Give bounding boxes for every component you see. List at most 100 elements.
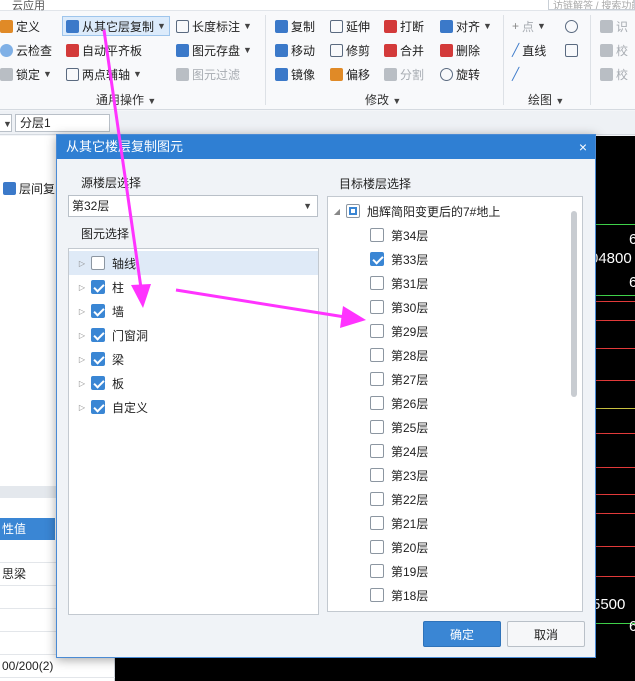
root-checkbox[interactable] — [346, 204, 360, 218]
trim-button[interactable]: 修剪 — [330, 40, 370, 60]
floor-checkbox[interactable] — [370, 372, 384, 386]
layer-select[interactable]: 分层1 — [15, 114, 110, 132]
element-item[interactable]: ▷ 板 — [69, 371, 318, 395]
check-button-2[interactable]: 校 — [600, 64, 628, 84]
floor-checkbox[interactable] — [370, 348, 384, 362]
element-checkbox[interactable] — [91, 304, 105, 318]
element-checkbox[interactable] — [91, 376, 105, 390]
floor-item[interactable]: 第33层 — [370, 247, 428, 271]
property-cell[interactable]: 00/200(2) — [0, 655, 115, 678]
close-icon[interactable]: × — [579, 135, 587, 159]
floor-item[interactable]: 第22层 — [370, 487, 428, 511]
floor-checkbox[interactable] — [370, 228, 384, 242]
cad-canvas[interactable]: 6 04800 6 5500 6 — [596, 136, 635, 681]
collapse-icon[interactable]: ◢ — [328, 207, 346, 216]
expand-icon[interactable]: ▷ — [73, 307, 91, 316]
expand-icon[interactable]: ▷ — [73, 283, 91, 292]
element-item[interactable]: ▷ 墙 — [69, 299, 318, 323]
floor-checkbox[interactable] — [370, 588, 384, 602]
floor-checkbox[interactable] — [370, 492, 384, 506]
floor-checkbox[interactable] — [370, 420, 384, 434]
element-filter-button[interactable]: 图元过滤 — [176, 64, 240, 84]
floor-item[interactable]: 第25层 — [370, 415, 428, 439]
floor-checkbox[interactable] — [370, 396, 384, 410]
align-button[interactable]: 对齐 ▼ — [440, 16, 492, 36]
ok-button[interactable]: 确定 — [423, 621, 501, 647]
group-general-ops[interactable]: 通用操作 ▼ — [96, 91, 156, 108]
extend-button[interactable]: 延伸 — [330, 16, 370, 36]
floor-checkbox[interactable] — [370, 300, 384, 314]
recognize-button[interactable]: 识 — [600, 16, 628, 36]
break-button[interactable]: 打断 — [384, 16, 424, 36]
cancel-button[interactable]: 取消 — [507, 621, 585, 647]
floor-checkbox[interactable] — [370, 276, 384, 290]
floor-checkbox[interactable] — [370, 516, 384, 530]
expand-icon[interactable]: ▷ — [73, 259, 91, 268]
floor-item[interactable]: 第31层 — [370, 271, 428, 295]
floor-checkbox[interactable] — [370, 468, 384, 482]
circle-button[interactable] — [565, 16, 578, 36]
element-item[interactable]: ▷ 自定义 — [69, 395, 318, 419]
scrollbar[interactable] — [571, 211, 577, 397]
define-button[interactable]: 定义 — [0, 16, 40, 36]
check-button[interactable]: 校 — [600, 40, 628, 60]
line-button[interactable]: ╱ 直线 — [512, 40, 546, 60]
element-item[interactable]: ▷ 柱 — [69, 275, 318, 299]
floor-item[interactable]: 第26层 — [370, 391, 428, 415]
mirror-button[interactable]: 镜像 — [275, 64, 315, 84]
element-checkbox[interactable] — [91, 400, 105, 414]
rotate-button[interactable]: 旋转 — [440, 64, 480, 84]
lock-button[interactable]: 锁定 ▼ — [0, 64, 52, 84]
element-checkbox[interactable] — [91, 280, 105, 294]
floor-item[interactable]: 第20层 — [370, 535, 428, 559]
length-dimension-button[interactable]: 长度标注 ▼ — [176, 16, 252, 36]
floor-item[interactable]: 第24层 — [370, 439, 428, 463]
floor-checkbox[interactable] — [370, 444, 384, 458]
expand-icon[interactable]: ▷ — [73, 355, 91, 364]
delete-button[interactable]: 删除 — [440, 40, 480, 60]
split-button[interactable]: 分割 — [384, 64, 424, 84]
expand-icon[interactable]: ▷ — [73, 379, 91, 388]
offset-button[interactable]: 偏移 — [330, 64, 370, 84]
cloud-check-button[interactable]: 云检查 — [0, 40, 52, 60]
element-item[interactable]: ▷ 梁 — [69, 347, 318, 371]
floor-item[interactable]: 第29层 — [370, 319, 428, 343]
floor-item[interactable]: 第19层 — [370, 559, 428, 583]
floor-select-arrow[interactable]: ▼ — [0, 114, 12, 132]
help-search-input[interactable]: 访链解答 / 搜索功能 — [548, 0, 635, 10]
polyline-button[interactable]: ╱ — [512, 64, 519, 84]
expand-icon[interactable]: ▷ — [73, 403, 91, 412]
floor-item[interactable]: 第28层 — [370, 343, 428, 367]
dialog-title-bar[interactable]: 从其它楼层复制图元 × — [57, 135, 595, 159]
element-checkbox[interactable] — [91, 328, 105, 342]
element-checkbox[interactable] — [91, 256, 105, 270]
move-button[interactable]: 移动 — [275, 40, 315, 60]
cad-canvas-bottom[interactable] — [115, 657, 635, 681]
source-floor-select[interactable]: 第32层 ▼ — [68, 195, 318, 217]
element-item[interactable]: ▷ 轴线 — [69, 251, 318, 275]
rectangle-button[interactable] — [565, 40, 578, 60]
expand-icon[interactable]: ▷ — [73, 331, 91, 340]
two-point-axis-button[interactable]: 两点辅轴 ▼ — [66, 64, 142, 84]
tree-root[interactable]: ◢ 旭辉简阳变更后的7#地上 — [328, 199, 582, 223]
point-button[interactable]: + 点 ▼ — [512, 16, 546, 36]
floor-checkbox[interactable] — [370, 252, 384, 266]
element-save-button[interactable]: 图元存盘 ▼ — [176, 40, 252, 60]
floor-item[interactable]: 第23层 — [370, 463, 428, 487]
copy-from-other-floor-button[interactable]: 从其它层复制 ▼ — [62, 16, 170, 36]
floor-checkbox[interactable] — [370, 540, 384, 554]
floor-checkbox[interactable] — [370, 324, 384, 338]
floor-checkbox[interactable] — [370, 564, 384, 578]
floor-item[interactable]: 第27层 — [370, 367, 428, 391]
floor-item[interactable]: 第34层 — [370, 223, 428, 247]
auto-align-slab-button[interactable]: 自动平齐板 — [66, 40, 142, 60]
element-item[interactable]: ▷ 门窗洞 — [69, 323, 318, 347]
floor-item[interactable]: 第30层 — [370, 295, 428, 319]
element-checkbox[interactable] — [91, 352, 105, 366]
floor-item[interactable]: 第18层 — [370, 583, 428, 607]
group-modify[interactable]: 修改 ▼ — [365, 91, 401, 108]
group-draw[interactable]: 绘图 ▼ — [528, 91, 564, 108]
floor-item[interactable]: 第21层 — [370, 511, 428, 535]
merge-button[interactable]: 合并 — [384, 40, 424, 60]
copy-button[interactable]: 复制 — [275, 16, 315, 36]
